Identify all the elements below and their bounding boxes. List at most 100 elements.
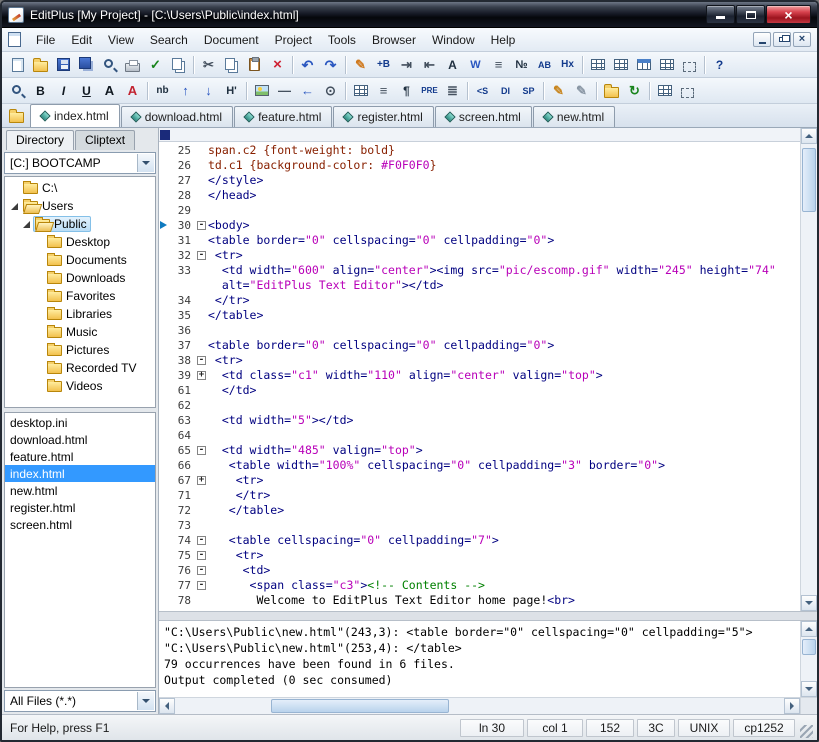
edit-tag-button[interactable]: ✎ [547,80,570,102]
preformatted-button[interactable]: PRE [418,80,441,102]
code-editor[interactable]: 25span.c2 {font-weight: bold}26td.c1 {ba… [159,142,800,611]
mdi-minimize-button[interactable] [753,32,771,47]
tree-item-downloads[interactable]: Downloads [5,269,155,287]
code-line[interactable]: 38- <tr> [159,353,800,368]
line-numbers-button[interactable]: № [510,54,533,76]
new-folder-button[interactable] [600,80,623,102]
fold-collapse-icon[interactable]: - [197,221,206,230]
tab-feature-html[interactable]: feature.html [234,106,332,127]
code-line[interactable]: 30-<body> [159,218,800,233]
menu-help[interactable]: Help [483,29,524,51]
code-line[interactable]: 32- <tr> [159,248,800,263]
mdi-restore-button[interactable] [773,32,791,47]
code-line[interactable]: alt="EditPlus Text Editor"></td> [159,278,800,293]
tag-span-button[interactable]: SP [517,80,540,102]
scroll-down-button[interactable] [801,681,817,697]
menu-browser[interactable]: Browser [364,29,424,51]
file-filter-selector[interactable]: All Files (*.*) [4,690,156,712]
list-button[interactable]: ≣ [441,80,464,102]
word-wrap-button[interactable]: W [464,54,487,76]
non-breaking-space-button[interactable]: nb [151,80,174,102]
highlight-button[interactable]: ✎ [349,54,372,76]
menu-tools[interactable]: Tools [320,29,364,51]
menu-edit[interactable]: Edit [63,29,100,51]
bold-tag-button[interactable]: +B [372,54,395,76]
line-spacing-button[interactable]: ≡ [487,54,510,76]
menu-document[interactable]: Document [196,29,267,51]
code-line[interactable]: 25span.c2 {font-weight: bold} [159,143,800,158]
code-line[interactable]: 72 </table> [159,503,800,518]
new-document-button[interactable] [6,54,29,76]
file-item-desktop-ini[interactable]: desktop.ini [5,414,155,431]
scroll-left-button[interactable] [159,698,175,714]
paragraph-button[interactable]: ¶ [395,80,418,102]
code-line[interactable]: 76- <td> [159,563,800,578]
scrollbar-thumb[interactable] [802,148,816,212]
code-line[interactable]: 63 <td width="5"></td> [159,413,800,428]
tree-item-documents[interactable]: Documents [5,251,155,269]
underline-button[interactable]: U [75,80,98,102]
insert-table-button[interactable] [586,54,609,76]
code-line[interactable]: 75- <tr> [159,548,800,563]
file-compare-button[interactable] [167,54,190,76]
menu-project[interactable]: Project [267,29,320,51]
fold-collapse-icon[interactable]: - [197,551,206,560]
tree-item-desktop[interactable]: Desktop [5,233,155,251]
tab-download-html[interactable]: download.html [121,106,233,127]
print-preview-button[interactable] [98,54,121,76]
code-line[interactable]: 29 [159,203,800,218]
code-line[interactable]: 66 <table width="100%" cellspacing="0" c… [159,458,800,473]
code-line[interactable]: 35</table> [159,308,800,323]
tab-index-html[interactable]: index.html [30,104,120,127]
align-button[interactable]: ≡ [372,80,395,102]
paste-button[interactable] [243,54,266,76]
copy-button[interactable] [220,54,243,76]
titlebar[interactable]: EditPlus [My Project] - [C:\Users\Public… [2,2,817,28]
output-vertical-scrollbar[interactable] [800,621,817,697]
file-item-new-html[interactable]: new.html [5,482,155,499]
menu-file[interactable]: File [28,29,63,51]
filter-dropdown-button[interactable] [137,692,154,710]
code-line[interactable]: 33 <td width="600" align="center"><img s… [159,263,800,278]
fold-collapse-icon[interactable]: - [197,356,206,365]
document-icon[interactable] [8,32,21,47]
scrollbar-thumb[interactable] [271,699,449,713]
context-help-button[interactable]: ? [708,54,731,76]
scroll-up-button[interactable] [801,128,817,144]
font-color-button[interactable]: A [121,80,144,102]
fold-gutter[interactable]: + [195,473,208,488]
expand-arrow-icon[interactable] [21,219,31,229]
fold-gutter[interactable]: - [195,563,208,578]
maximize-button[interactable] [736,5,765,24]
tag-strong-button[interactable]: <S [471,80,494,102]
output-window[interactable]: "C:\Users\Public\new.html"(243,3): <tabl… [159,621,800,697]
tree-item-c[interactable]: C:\ [5,179,155,197]
fold-gutter[interactable]: - [195,248,208,263]
superscript-button[interactable]: ↑ [174,80,197,102]
redo-button[interactable]: ↷ [319,54,342,76]
quick-edit-button[interactable]: ✎ [570,80,593,102]
scroll-down-button[interactable] [801,595,817,611]
fold-collapse-icon[interactable]: - [197,536,206,545]
view-in-browser-button[interactable] [6,80,29,102]
output-line[interactable]: 79 occurrences have been found in 6 file… [164,656,795,672]
code-line[interactable]: 67+ <tr> [159,473,800,488]
horizontal-rule-button[interactable]: — [273,80,296,102]
code-line[interactable]: 31<table border="0" cellspacing="0" cell… [159,233,800,248]
tree-item-music[interactable]: Music [5,323,155,341]
refresh-button[interactable]: ↻ [623,80,646,102]
fold-collapse-icon[interactable]: - [197,581,206,590]
mdi-close-button[interactable]: × [793,32,811,47]
indent-button[interactable]: ⇥ [395,54,418,76]
save-all-button[interactable] [75,54,98,76]
fold-expand-icon[interactable]: + [197,371,206,380]
fold-gutter[interactable]: - [195,578,208,593]
spell-check-button[interactable]: ✓ [144,54,167,76]
print-button[interactable] [121,54,144,76]
menu-view[interactable]: View [100,29,142,51]
hex-view-button[interactable]: Hx [556,54,579,76]
split-window-button[interactable] [653,80,676,102]
bold-button[interactable]: B [29,80,52,102]
drive-dropdown-button[interactable] [137,154,154,172]
line-break-button[interactable]: ← [296,80,319,102]
